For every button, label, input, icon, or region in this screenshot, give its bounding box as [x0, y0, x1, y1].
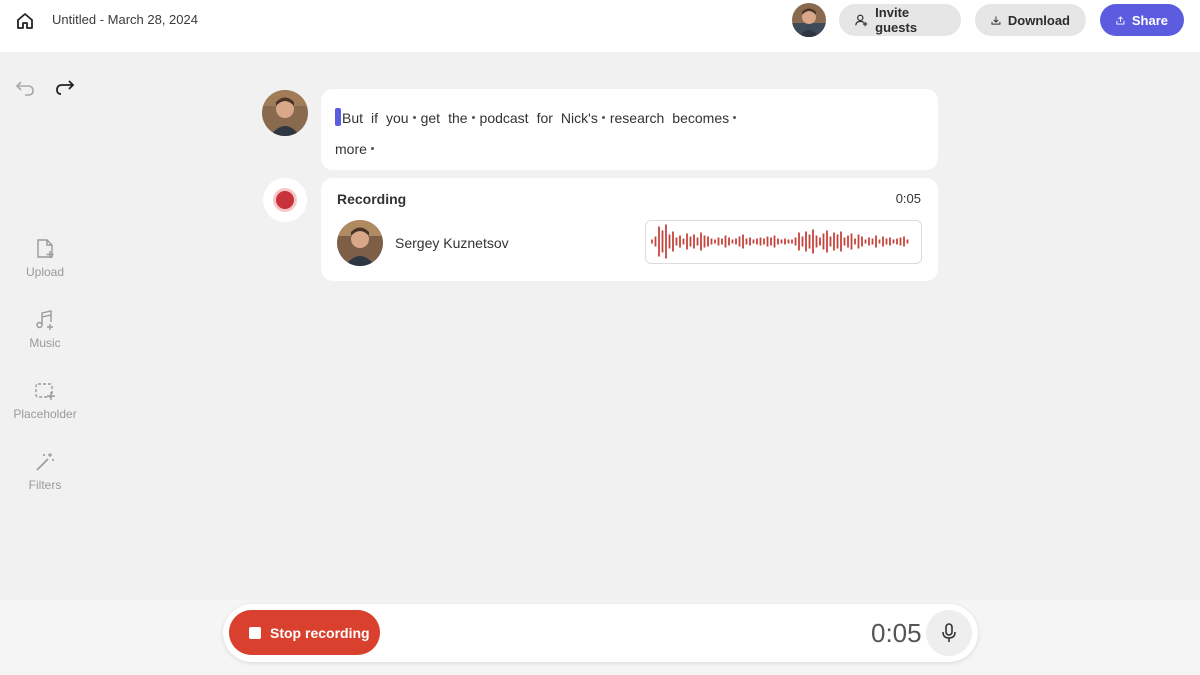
stop-recording-label: Stop recording: [270, 624, 370, 641]
transcript-word[interactable]: more: [335, 141, 367, 157]
recording-timer: 0:05: [871, 618, 922, 648]
download-icon: [991, 16, 1001, 25]
invite-guests-label: Invite guests: [875, 5, 918, 35]
transcript-word[interactable]: Nick's: [561, 110, 598, 126]
share-icon: [1116, 15, 1125, 24]
stop-icon: [249, 626, 261, 639]
redo-button[interactable]: [53, 77, 75, 97]
transcript-word[interactable]: if: [371, 110, 378, 126]
stop-recording-button[interactable]: Stop recording: [229, 610, 380, 655]
recording-card: Recording 0:05 Sergey Kuznetsov: [321, 178, 938, 281]
home-icon: [17, 13, 33, 29]
recording-indicator: [263, 178, 307, 222]
upload-file-icon: [37, 239, 54, 258]
document-title[interactable]: Untitled - March 28, 2024: [52, 12, 198, 27]
sidebar-tool-label: Music: [29, 336, 61, 350]
transcript-word[interactable]: But: [342, 110, 363, 126]
redo-icon: [56, 80, 75, 95]
speaker-avatar: [262, 90, 308, 136]
transcript-bubble[interactable]: But if you get the podcast for Nick's research be…: [321, 89, 938, 170]
download-button[interactable]: Download: [975, 4, 1086, 36]
sidebar-tool-label: Placeholder: [13, 407, 77, 421]
music-add-icon: [36, 310, 53, 330]
sidebar-tool-filters[interactable]: Filters: [0, 451, 90, 492]
sidebar-tool-music[interactable]: Music: [0, 309, 90, 350]
record-dot-icon: [273, 188, 297, 212]
word-gap-dot: [412, 116, 416, 119]
sidebar-tool-upload[interactable]: Upload: [0, 238, 90, 279]
transcript-word[interactable]: research: [610, 110, 664, 126]
microphone-button[interactable]: [926, 610, 972, 656]
transcript-word[interactable]: for: [537, 110, 553, 126]
transcript-word[interactable]: get: [421, 110, 440, 126]
speaker-avatar: [337, 220, 383, 266]
user-avatar[interactable]: [792, 3, 826, 37]
audio-waveform: [645, 220, 922, 264]
add-person-icon: [855, 14, 868, 26]
transcript-word[interactable]: becomes: [672, 110, 729, 126]
transcript-line: more: [335, 134, 924, 165]
share-label: Share: [1131, 12, 1168, 28]
recording-control-bar: Stop recording 0:05: [223, 604, 978, 662]
sidebar-tool-label: Filters: [28, 478, 62, 492]
top-bar: Untitled - March 28, 2024 Invite guests …: [0, 0, 1200, 52]
avatar-image: [792, 3, 826, 37]
word-gap-dot: [471, 116, 475, 119]
sidebar-tool-placeholder[interactable]: Placeholder: [0, 380, 90, 421]
transcript-word[interactable]: the: [448, 110, 467, 126]
word-gap-dot: [733, 116, 737, 119]
home-button[interactable]: [12, 8, 38, 34]
transcript-word[interactable]: podcast: [480, 110, 529, 126]
recording-label: Recording: [337, 191, 407, 207]
transcript-word[interactable]: you: [386, 110, 409, 126]
invite-guests-button[interactable]: Invite guests: [839, 4, 961, 36]
microphone-icon: [942, 623, 956, 642]
magic-wand-icon: [36, 453, 54, 471]
waveform-graphic: [651, 224, 909, 259]
word-gap-dot: [601, 116, 605, 119]
recording-elapsed: 0:05: [895, 191, 921, 206]
placeholder-icon: [35, 383, 55, 400]
transcript-line: But if you get the podcast for Nick's research be…: [335, 103, 924, 134]
undo-button[interactable]: [15, 78, 37, 98]
text-cursor: [335, 108, 341, 126]
word-gap-dot: [370, 147, 374, 150]
undo-icon: [15, 81, 34, 96]
speaker-name: Sergey Kuznetsov: [395, 235, 509, 251]
download-label: Download: [1007, 12, 1070, 28]
sidebar-tool-label: Upload: [25, 265, 65, 279]
share-button[interactable]: Share: [1100, 4, 1184, 36]
